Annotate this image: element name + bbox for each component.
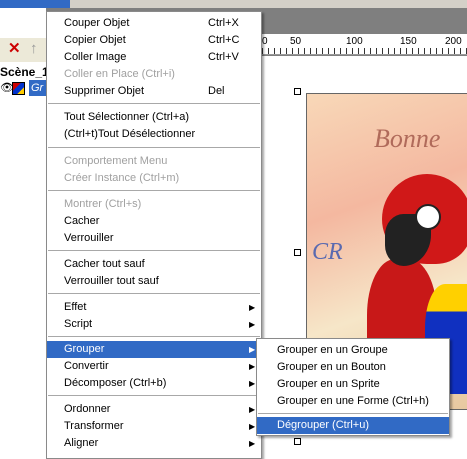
menu-item-copier-objet[interactable]: Copier Objet Ctrl+C	[47, 32, 261, 49]
artwork-text-bonne: Bonne	[374, 124, 441, 153]
menu-item-shortcut: Del	[208, 85, 225, 97]
menu-item-label: Script	[64, 318, 93, 330]
layer-row[interactable]: 👁 Gr	[0, 80, 46, 96]
ruler-label: 150	[400, 36, 417, 47]
menu-item-label: Ordonner	[64, 403, 111, 415]
menu-item-tout-deselectionner[interactable]: (Ctrl+t)Tout Désélectionner	[47, 126, 261, 143]
submenu-item-label: Grouper en un Groupe	[277, 344, 388, 356]
menu-separator	[48, 293, 260, 294]
menu-item-coller-en-place: Coller en Place (Ctrl+i)	[47, 66, 261, 83]
menu-item-grouper[interactable]: Grouper ▶	[47, 341, 261, 358]
arrow-right-icon: ▶	[249, 320, 256, 329]
menu-separator	[48, 147, 260, 148]
menu-item-label: Copier Objet	[64, 34, 126, 46]
submenu-item-degrouper[interactable]: Dégrouper (Ctrl+u)	[257, 417, 449, 434]
menu-item-label: (Ctrl+t)Tout Désélectionner	[64, 128, 196, 140]
menu-item-comportement-menu: Comportement Menu	[47, 153, 261, 170]
scene-toolbar: ✕ ↑	[0, 38, 46, 62]
menu-item-label: Convertir	[64, 360, 109, 372]
menu-item-label: Aligner	[64, 437, 99, 449]
menu-item-effet[interactable]: Effet ▶	[47, 299, 261, 316]
ruler-label: 0	[262, 36, 268, 47]
menu-item-shortcut: Ctrl+C	[208, 34, 240, 46]
window-top-strip	[0, 0, 467, 8]
group-layer-icon	[12, 82, 25, 95]
menu-item-label: Supprimer Objet	[64, 85, 145, 97]
active-tab-strip	[0, 0, 70, 8]
menu-item-couper-objet[interactable]: Couper Objet Ctrl+X	[47, 15, 261, 32]
menu-item-cacher-tout-sauf[interactable]: Cacher tout sauf	[47, 256, 261, 273]
menu-item-label: Coller en Place (Ctrl+i)	[64, 68, 175, 80]
close-icon[interactable]: ✕	[8, 40, 21, 58]
menu-item-label: Cacher	[64, 215, 100, 227]
menu-item-coller-image[interactable]: Coller Image Ctrl+V	[47, 49, 261, 66]
arrow-up-icon[interactable]: ↑	[30, 40, 38, 58]
arrow-right-icon: ▶	[249, 422, 256, 431]
submenu-separator	[258, 413, 448, 414]
submenu-item-label: Grouper en un Bouton	[277, 361, 386, 373]
menu-item-label: Tout Sélectionner (Ctrl+a)	[64, 111, 190, 123]
layer-label[interactable]: Gr	[29, 80, 46, 96]
arrow-right-icon: ▶	[249, 439, 256, 448]
menu-separator	[48, 395, 260, 396]
scene-label[interactable]: Scène_1	[0, 65, 49, 79]
ruler-label: 200	[445, 36, 462, 47]
ruler-ticks	[262, 48, 467, 54]
menu-item-label: Verrouiller tout sauf	[64, 275, 159, 287]
submenu-item-label: Grouper en un Sprite	[277, 378, 380, 390]
menu-item-cacher[interactable]: Cacher	[47, 213, 261, 230]
menu-item-label: Grouper	[64, 343, 105, 355]
menu-item-label: Comportement Menu	[64, 155, 168, 167]
menu-item-transformer[interactable]: Transformer ▶	[47, 418, 261, 435]
artwork-text-cr: CR	[312, 239, 343, 265]
selection-handle[interactable]	[294, 249, 301, 256]
submenu-item-label: Grouper en une Forme (Ctrl+h)	[277, 395, 429, 407]
menu-item-verrouiller-tout-sauf[interactable]: Verrouiller tout sauf	[47, 273, 261, 290]
context-menu: Couper Objet Ctrl+X Copier Objet Ctrl+C Co…	[46, 11, 262, 459]
menu-item-aligner[interactable]: Aligner ▶	[47, 435, 261, 452]
parrot-eye	[415, 204, 441, 230]
menu-item-label: Transformer	[64, 420, 124, 432]
submenu-item-grouper-forme[interactable]: Grouper en une Forme (Ctrl+h)	[257, 393, 449, 410]
menu-item-label: Montrer (Ctrl+s)	[64, 198, 142, 210]
submenu-item-grouper-bouton[interactable]: Grouper en un Bouton	[257, 359, 449, 376]
arrow-right-icon: ▶	[249, 405, 256, 414]
menu-item-verrouiller[interactable]: Verrouiller	[47, 230, 261, 247]
menu-separator	[48, 250, 260, 251]
selection-handle[interactable]	[294, 88, 301, 95]
menu-item-label: Effet	[64, 301, 87, 313]
arrow-right-icon: ▶	[249, 303, 256, 312]
menu-item-label: Décomposer (Ctrl+b)	[64, 377, 167, 389]
menu-item-decomposer[interactable]: Décomposer (Ctrl+b) ▶	[47, 375, 261, 392]
submenu-item-grouper-groupe[interactable]: Grouper en un Groupe	[257, 342, 449, 359]
menu-item-convertir[interactable]: Convertir ▶	[47, 358, 261, 375]
menu-item-label: Cacher tout sauf	[64, 258, 145, 270]
menu-item-label: Verrouiller	[64, 232, 114, 244]
menu-item-montrer: Montrer (Ctrl+s)	[47, 196, 261, 213]
grouper-submenu: Grouper en un Groupe Grouper en un Bouto…	[256, 338, 450, 436]
submenu-item-grouper-sprite[interactable]: Grouper en un Sprite	[257, 376, 449, 393]
menu-item-shortcut: Ctrl+V	[208, 51, 239, 63]
menu-item-tout-selectionner[interactable]: Tout Sélectionner (Ctrl+a)	[47, 109, 261, 126]
menu-item-supprimer-objet[interactable]: Supprimer Objet Del	[47, 83, 261, 100]
horizontal-ruler: 0 50 100 150 200	[262, 34, 467, 55]
ruler-label: 100	[346, 36, 363, 47]
scene-panel: ✕ ↑ Scène_1 👁 Gr	[0, 8, 49, 459]
arrow-right-icon: ▶	[249, 362, 256, 371]
menu-item-ordonner[interactable]: Ordonner ▶	[47, 401, 261, 418]
menu-separator	[48, 190, 260, 191]
menu-separator	[48, 103, 260, 104]
menu-item-label: Coller Image	[64, 51, 127, 63]
selection-handle[interactable]	[294, 438, 301, 445]
arrow-right-icon: ▶	[249, 345, 256, 354]
menu-item-script[interactable]: Script ▶	[47, 316, 261, 333]
menu-item-shortcut: Ctrl+X	[208, 17, 239, 29]
submenu-item-label: Dégrouper (Ctrl+u)	[277, 419, 370, 431]
menu-item-creer-instance: Créer Instance (Ctrl+m)	[47, 170, 261, 187]
menu-item-label: Créer Instance (Ctrl+m)	[64, 172, 180, 184]
ruler-label: 50	[290, 36, 302, 47]
menu-item-label: Couper Objet	[64, 17, 130, 29]
arrow-right-icon: ▶	[249, 379, 256, 388]
menu-separator	[48, 336, 260, 337]
